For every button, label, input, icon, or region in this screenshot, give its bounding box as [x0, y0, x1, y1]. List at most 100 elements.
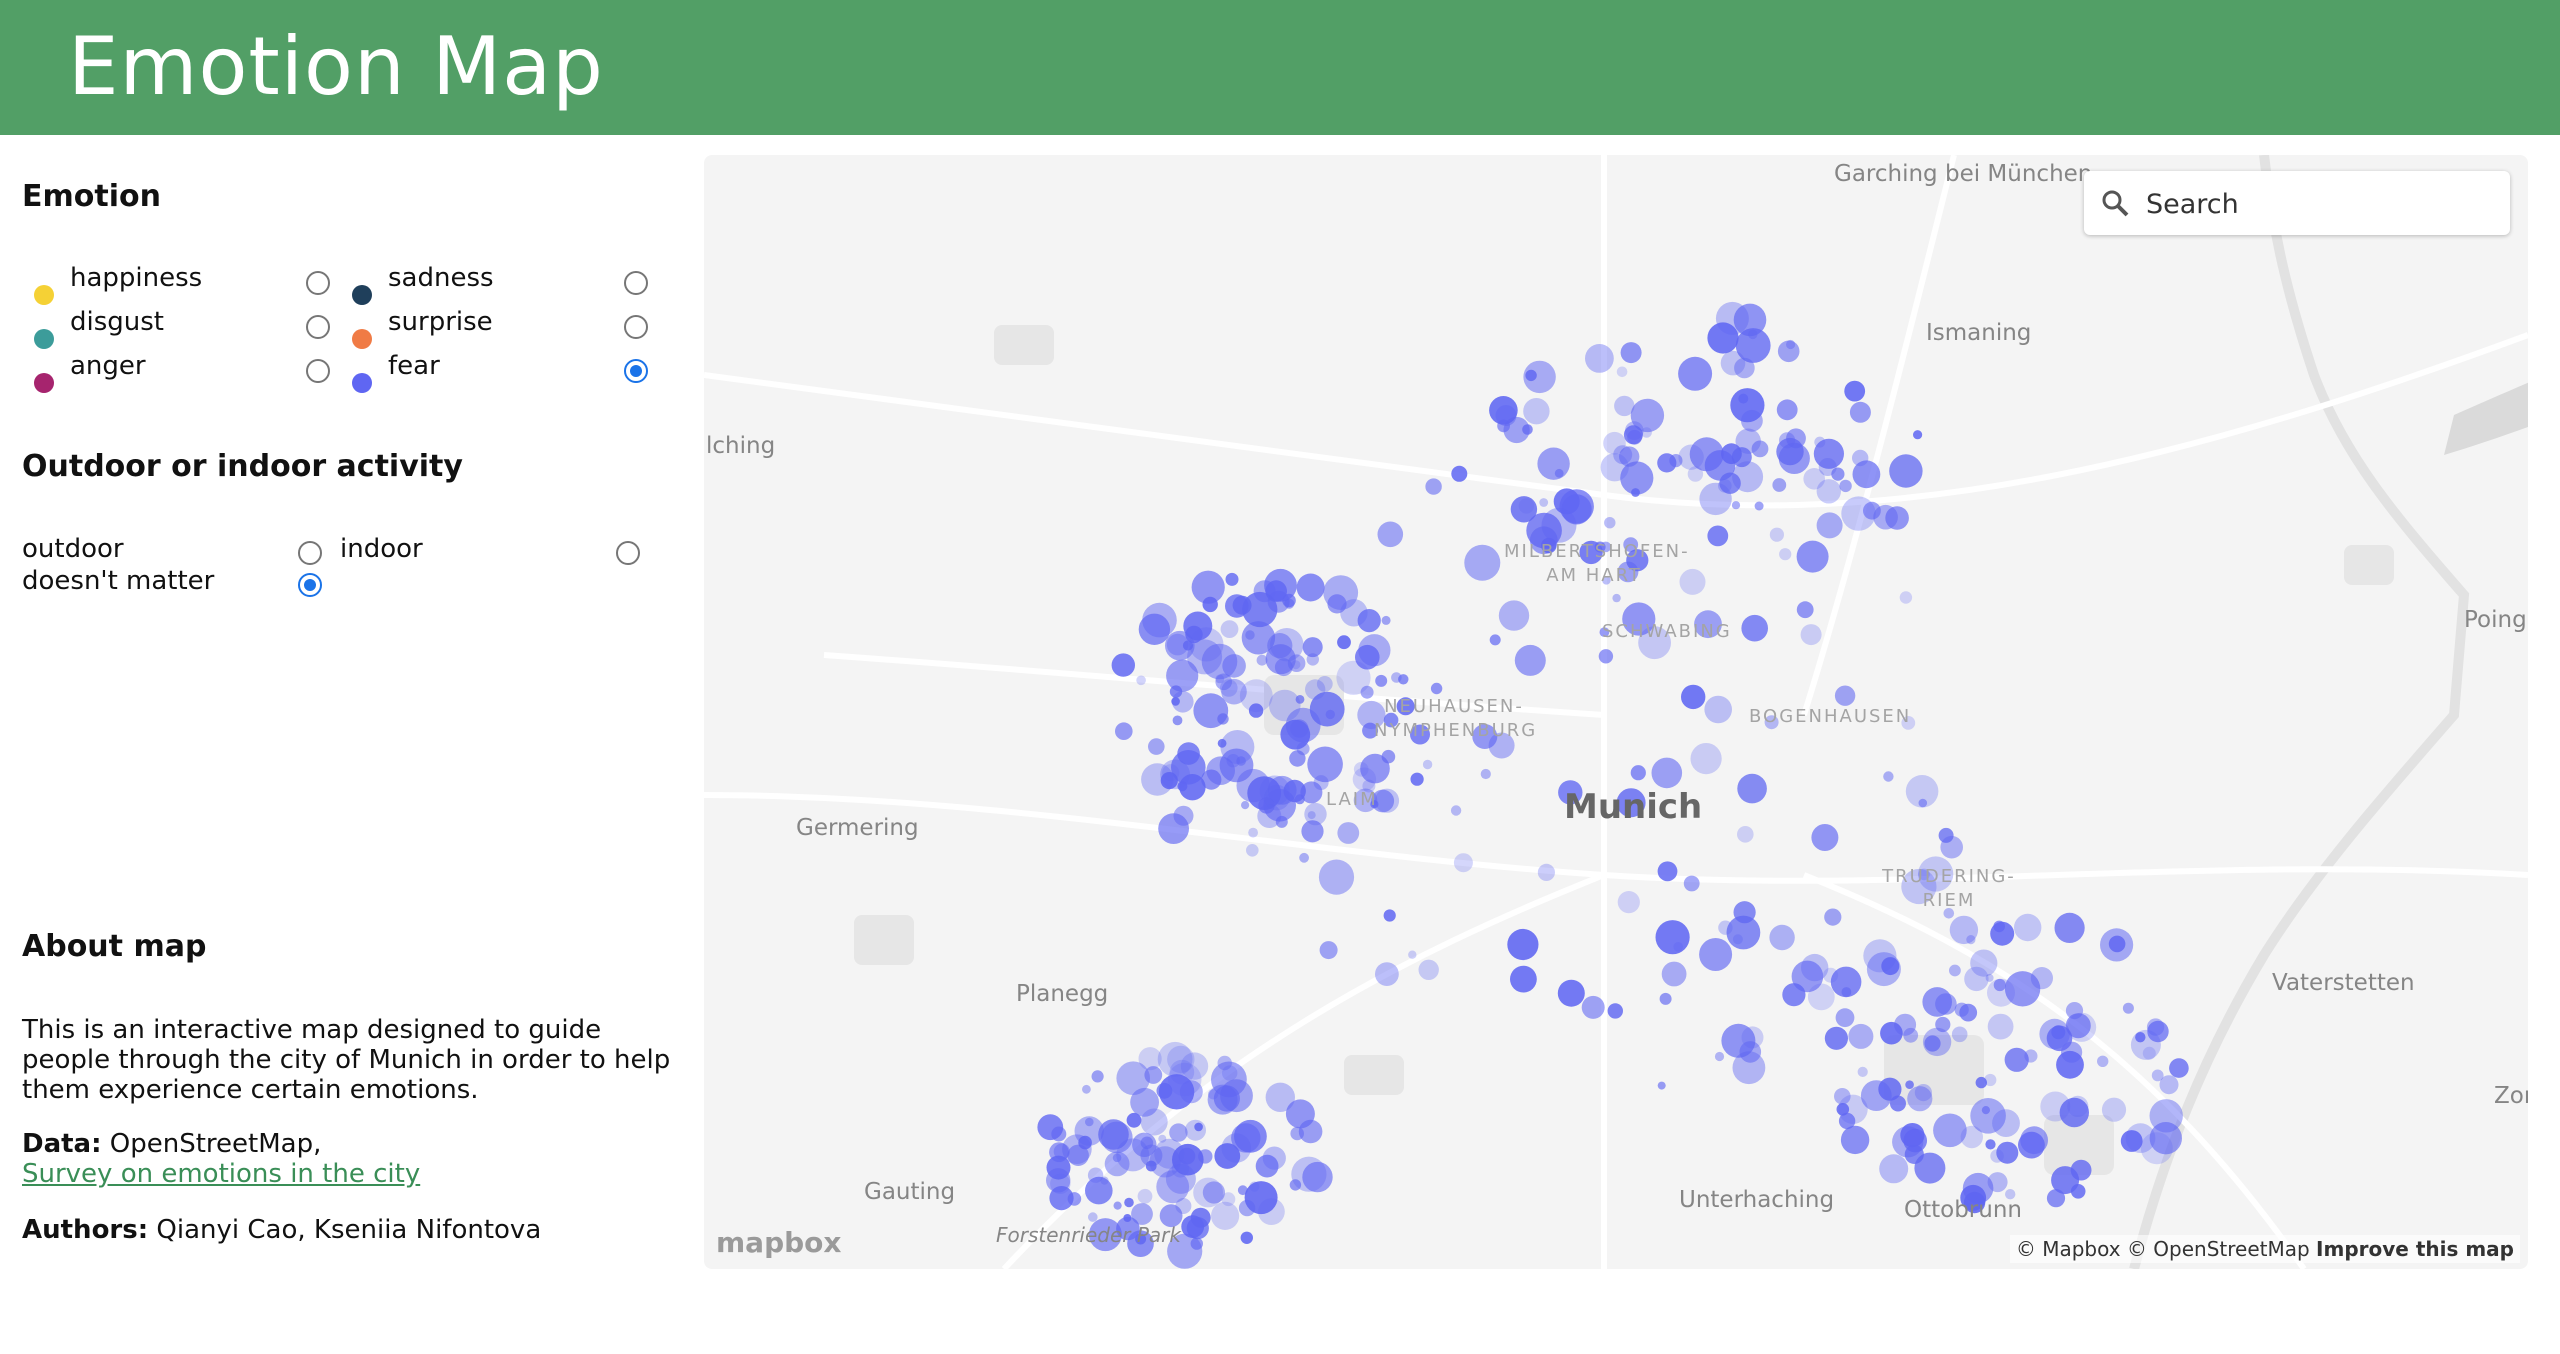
about-section-title: About map: [22, 929, 207, 964]
heat-blob: [1625, 421, 1644, 440]
heat-blob: [1193, 693, 1229, 729]
radio-happiness[interactable]: [306, 271, 330, 295]
authors-label: Authors:: [22, 1215, 149, 1245]
heat-blob: [1913, 430, 1923, 440]
emotion-label-surprise: surprise: [388, 307, 493, 337]
heat-blob: [1655, 920, 1690, 955]
radio-outdoor[interactable]: [298, 541, 322, 565]
heat-blob: [1866, 952, 1901, 987]
heat-blob: [2056, 1050, 2084, 1079]
radio-doesnt-matter[interactable]: [298, 573, 322, 597]
heat-blob: [1137, 1188, 1153, 1204]
heat-blob: [1225, 572, 1239, 586]
improve-map-link[interactable]: Improve this map: [2316, 1237, 2514, 1261]
heat-blob: [1987, 1013, 2014, 1040]
heat-blob: [1537, 863, 1555, 882]
heat-blob: [1707, 525, 1729, 547]
heat-blob: [1113, 1201, 1122, 1210]
heat-blob: [2097, 1055, 2109, 1067]
heat-blob: [1839, 479, 1852, 493]
disgust-color-dot: [34, 329, 54, 349]
heat-blob: [1156, 1082, 1173, 1099]
heat-blob: [1993, 920, 2005, 933]
heat-blob: [1641, 427, 1652, 438]
heat-blob: [1992, 1109, 2020, 1137]
heat-blob: [1085, 1117, 1094, 1127]
heat-blob: [1337, 635, 1351, 650]
heat-blob: [1985, 1139, 1996, 1150]
attribution-text: © Mapbox © OpenStreetMap: [2015, 1237, 2310, 1261]
map-canvas[interactable]: Garching bei München Ismaning lching Poi…: [704, 155, 2528, 1269]
place-ismaning: Ismaning: [1926, 320, 2032, 346]
heat-blob: [1737, 773, 1767, 804]
heat-blob: [1907, 1086, 1933, 1112]
heat-blob: [1714, 1051, 1725, 1062]
heat-blob: [1981, 1106, 1990, 1115]
heat-blob: [1604, 517, 1616, 529]
emotion-label-happiness: happiness: [70, 263, 203, 293]
heat-blob: [1860, 1080, 1892, 1111]
mapbox-logo[interactable]: mapbox: [716, 1226, 841, 1259]
radio-disgust[interactable]: [306, 315, 330, 339]
heat-blob: [1177, 781, 1188, 792]
district-milbertshofen: MILBERTSHOFEN-AM HART: [1504, 541, 1690, 586]
heat-blob: [1337, 822, 1360, 844]
radio-fear[interactable]: [624, 359, 648, 383]
heat-blob: [2070, 1184, 2086, 1199]
heat-blob: [1811, 824, 1839, 851]
heat-blob: [1067, 1192, 1082, 1206]
map-search-box[interactable]: [2084, 171, 2510, 237]
heat-blob: [1067, 1144, 1089, 1166]
heat-blob: [1132, 1132, 1157, 1157]
map-attribution: © Mapbox © OpenStreetMap Improve this ma…: [2009, 1235, 2520, 1263]
heat-blob: [1302, 1161, 1333, 1193]
heat-blob: [1248, 827, 1258, 838]
heat-blob: [1889, 454, 1923, 488]
heat-blob: [1295, 695, 1305, 704]
heat-blob: [1375, 674, 1388, 687]
heat-blob: [1899, 591, 1913, 604]
heat-blob: [1718, 920, 1733, 935]
heat-blob: [1616, 366, 1628, 378]
heat-blob: [1126, 1112, 1142, 1128]
heat-blob: [1959, 1003, 1978, 1022]
heat-blob: [1264, 784, 1290, 811]
heat-blob: [1418, 959, 1439, 980]
heat-blob: [1299, 852, 1309, 863]
search-input[interactable]: [2144, 171, 2498, 237]
radio-anger[interactable]: [306, 359, 330, 383]
heat-blob: [1211, 1201, 1240, 1230]
heat-blob: [1514, 644, 1546, 676]
heat-blob: [1844, 380, 1866, 402]
heat-blob: [2101, 1097, 2127, 1122]
heat-blob: [1813, 438, 1844, 469]
sidebar: Emotion happiness sadness disgust surpri…: [0, 135, 690, 1354]
heat-blob: [1306, 653, 1319, 666]
about-data: Data: OpenStreetMap, Survey on emotions …: [22, 1129, 672, 1189]
heat-blob: [1940, 835, 1963, 859]
heat-blob: [1451, 465, 1468, 482]
heat-blob: [1683, 875, 1700, 892]
heat-blob: [1242, 591, 1278, 628]
heat-blob: [1360, 753, 1390, 784]
heat-blob: [1857, 1066, 1868, 1077]
heat-blob: [1112, 1153, 1122, 1163]
sadness-color-dot: [352, 285, 372, 305]
heat-blob: [1238, 1199, 1256, 1217]
radio-indoor[interactable]: [616, 541, 640, 565]
radio-surprise[interactable]: [624, 315, 648, 339]
survey-link[interactable]: Survey on emotions in the city: [22, 1159, 420, 1189]
heat-blob: [1169, 1123, 1188, 1142]
heat-blob: [1614, 395, 1635, 417]
heat-blob: [1751, 440, 1769, 458]
radio-sadness[interactable]: [624, 271, 648, 295]
district-schwabing: SCHWABING: [1602, 621, 1732, 642]
heat-blob: [1480, 768, 1491, 780]
heat-blob: [1905, 1080, 1914, 1089]
heat-blob: [1824, 1026, 1848, 1050]
heat-blob: [1525, 369, 1537, 382]
heat-blob: [1175, 1198, 1192, 1214]
heat-blob: [1111, 653, 1135, 677]
heat-blob: [1425, 478, 1442, 495]
heat-blob: [2039, 1018, 2070, 1050]
